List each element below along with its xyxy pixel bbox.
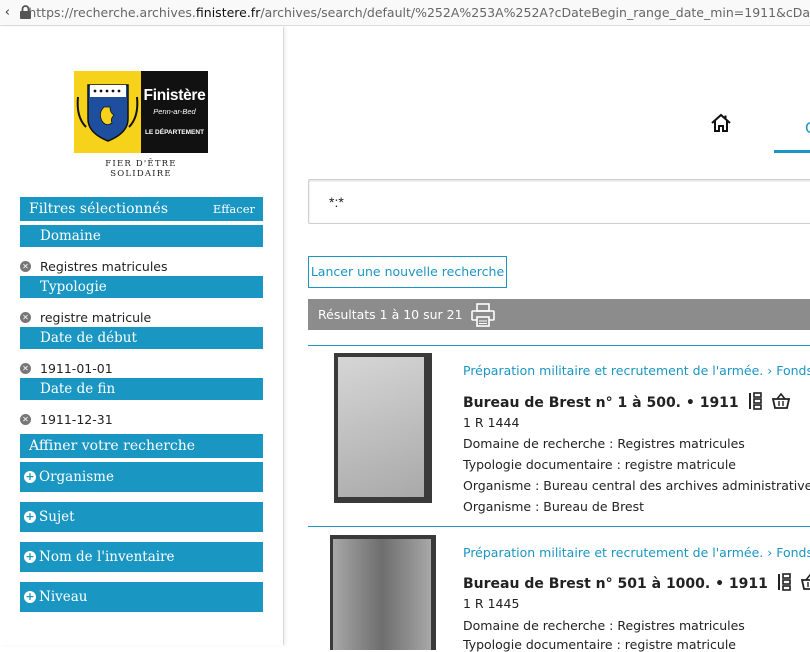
hierarchy-icon[interactable] <box>776 572 792 596</box>
result-cote: 1 R 1445 <box>463 596 520 611</box>
plus-circle-icon: + <box>24 470 36 483</box>
result-breadcrumb[interactable]: Préparation militaire et recrutement de … <box>463 363 810 378</box>
coat-of-arms-icon <box>74 71 141 153</box>
logo-dept: LE DÉPARTEMENT <box>144 129 205 136</box>
facet-nom-inventaire[interactable]: + Nom de l'inventaire <box>20 542 263 572</box>
results-count: Résultats 1 à 10 sur 21 <box>318 307 463 322</box>
url-prefix: https://recherche.archives. <box>28 5 196 20</box>
facet-sujet[interactable]: + Sujet <box>20 502 263 532</box>
facet-organisme[interactable]: + Organisme <box>20 462 263 492</box>
result-organism: Organisme : Bureau central des archives … <box>463 478 810 493</box>
sidebar: Finistère Penn-ar-Bed LE DÉPARTEMENT FIE… <box>0 27 284 645</box>
facet-label: Organisme <box>39 469 114 485</box>
filter-chip-domaine[interactable]: ✕ Registres matricules <box>20 259 168 274</box>
finistere-logo[interactable]: Finistère Penn-ar-Bed LE DÉPARTEMENT FIE… <box>74 71 208 179</box>
plus-circle-icon: + <box>24 550 36 563</box>
main-content: C *:* Lancer une nouvelle recherche Résu… <box>285 27 810 652</box>
facet-label: Sujet <box>39 509 75 525</box>
results-bar: Résultats 1 à 10 sur 21 <box>308 299 810 330</box>
selected-filters-title: Filtres sélectionnés <box>29 201 169 217</box>
plus-circle-icon: + <box>24 590 36 603</box>
chevron-left-icon[interactable]: ‹ <box>0 5 15 20</box>
print-icon[interactable] <box>470 302 496 339</box>
url-suffix: /archives/search/default/%252A%253A%252A… <box>260 5 810 20</box>
result-domain: Domaine de recherche : Registres matricu… <box>463 618 745 633</box>
remove-filter-icon[interactable]: ✕ <box>20 261 31 272</box>
logo-breton: Penn-ar-Bed <box>153 107 196 116</box>
facet-niveau[interactable]: + Niveau <box>20 582 263 612</box>
result-thumbnail[interactable] <box>334 353 432 503</box>
plus-circle-icon: + <box>24 510 36 523</box>
facet-label: Niveau <box>39 589 88 605</box>
tab-label[interactable]: C <box>805 119 810 137</box>
search-input[interactable]: *:* <box>308 179 810 224</box>
browser-url-bar[interactable]: ‹ https://recherche.archives. finistere.f… <box>0 0 810 26</box>
result-title[interactable]: Bureau de Brest n° 501 à 1000. • 1911 <box>463 572 810 596</box>
lock-icon <box>15 0 31 25</box>
result-title-text: Bureau de Brest n° 1 à 500. • 1911 <box>463 395 739 411</box>
filter-group-typologie: Typologie <box>20 276 263 298</box>
filter-chip-typologie[interactable]: ✕ registre matricule <box>20 310 151 325</box>
remove-filter-icon[interactable]: ✕ <box>20 363 31 374</box>
refine-search-header: Affiner votre recherche <box>20 434 263 458</box>
remove-filter-icon[interactable]: ✕ <box>20 414 31 425</box>
facet-label: Nom de l'inventaire <box>39 549 175 565</box>
result-domain: Domaine de recherche : Registres matricu… <box>463 436 745 451</box>
logo-motto: FIER D'ÊTRE SOLIDAIRE <box>105 159 177 179</box>
filter-group-domaine: Domaine <box>20 225 263 247</box>
result-typology: Typologie documentaire : registre matric… <box>463 457 736 472</box>
result-thumbnail[interactable] <box>330 535 436 650</box>
filter-group-date-fin: Date de fin <box>20 378 263 400</box>
filter-group-date-debut: Date de début <box>20 327 263 349</box>
selected-filters-header: Filtres sélectionnés Effacer <box>20 197 263 221</box>
url-domain: finistere.fr <box>195 5 261 20</box>
basket-icon[interactable] <box>771 392 791 414</box>
filter-chip-label: registre matricule <box>40 310 152 325</box>
result-title-text: Bureau de Brest n° 501 à 1000. • 1911 <box>463 576 768 592</box>
result-separator <box>308 526 810 527</box>
filter-chip-label: Registres matricules <box>40 259 168 274</box>
hierarchy-icon[interactable] <box>747 391 763 415</box>
home-icon[interactable] <box>710 112 732 138</box>
result-cote: 1 R 1444 <box>463 415 520 430</box>
result-separator <box>308 345 810 346</box>
logo-name: Finistère <box>143 87 206 104</box>
filter-chip-date-debut[interactable]: ✕ 1911-01-01 <box>20 361 113 376</box>
result-organism: Organisme : Bureau de Brest <box>463 499 645 514</box>
remove-filter-icon[interactable]: ✕ <box>20 312 31 323</box>
filter-chip-label: 1911-12-31 <box>40 412 113 427</box>
clear-filters-button[interactable]: Effacer <box>213 197 255 221</box>
filter-chip-date-fin[interactable]: ✕ 1911-12-31 <box>20 412 113 427</box>
result-breadcrumb[interactable]: Préparation militaire et recrutement de … <box>463 545 810 560</box>
filter-chip-label: 1911-01-01 <box>40 361 113 376</box>
new-search-button[interactable]: Lancer une nouvelle recherche <box>308 256 507 288</box>
result-title[interactable]: Bureau de Brest n° 1 à 500. • 1911 <box>463 391 791 415</box>
active-tab-indicator <box>774 150 810 153</box>
basket-icon[interactable] <box>800 573 810 595</box>
